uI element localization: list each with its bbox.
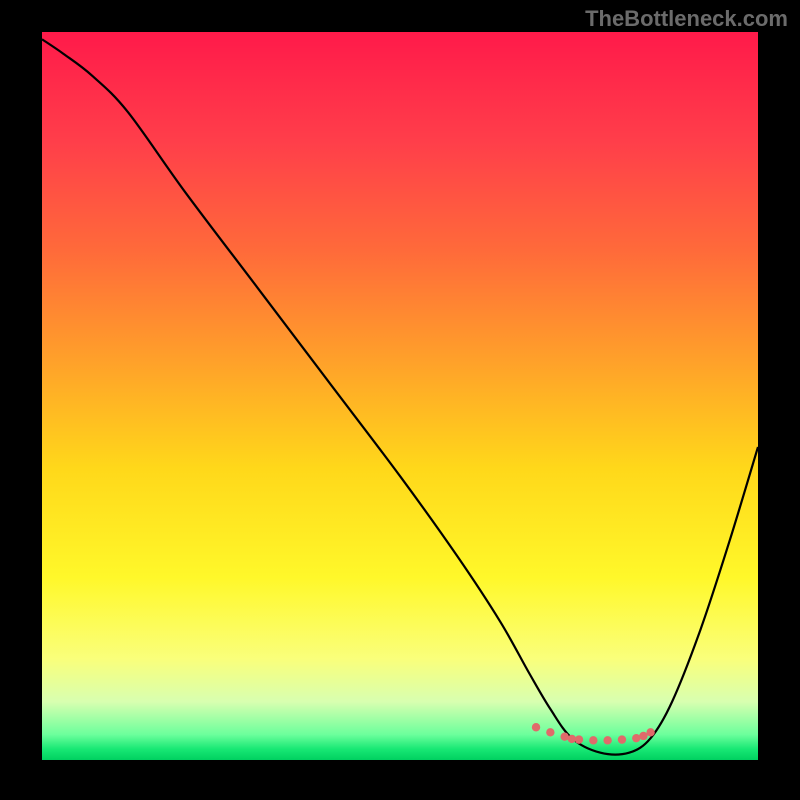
chart-plot-area <box>42 32 758 760</box>
optimal-range-marker <box>532 723 540 731</box>
optimal-range-marker <box>646 728 654 736</box>
optimal-range-marker <box>546 728 554 736</box>
optimal-range-marker <box>568 735 576 743</box>
optimal-range-marker <box>589 736 597 744</box>
optimal-range-marker <box>618 735 626 743</box>
chart-svg <box>42 32 758 760</box>
optimal-range-marker <box>603 736 611 744</box>
optimal-range-marker <box>632 734 640 742</box>
watermark-text: TheBottleneck.com <box>585 6 788 32</box>
optimal-range-marker <box>575 735 583 743</box>
optimal-range-marker <box>639 732 647 740</box>
optimal-range-marker <box>560 733 568 741</box>
